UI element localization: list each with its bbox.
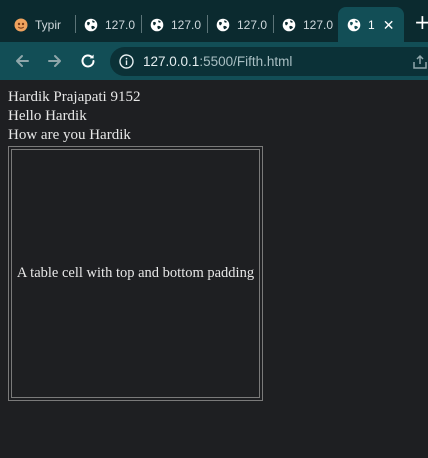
text-line: How are you Hardik bbox=[8, 127, 131, 143]
tab-localhost-3[interactable]: 127.0 bbox=[216, 7, 268, 42]
tab-title: 127.0 bbox=[171, 17, 202, 32]
table-cell: A table cell with top and bottom padding bbox=[11, 149, 260, 398]
browser-window: Typir 127.0 127.0 127.0 127.0 1 ✕ + 127.… bbox=[0, 0, 428, 458]
back-button[interactable] bbox=[12, 51, 32, 71]
tab-typing[interactable]: Typir bbox=[14, 7, 72, 42]
tab-localhost-2[interactable]: 127.0 bbox=[150, 7, 202, 42]
close-tab-icon[interactable]: ✕ bbox=[383, 18, 395, 32]
reload-icon bbox=[81, 54, 95, 68]
tab-title: 127.0 bbox=[237, 17, 268, 32]
reload-button[interactable] bbox=[78, 51, 98, 71]
tab-strip: Typir 127.0 127.0 127.0 127.0 1 ✕ + bbox=[0, 0, 428, 42]
tab-title: 127.0 bbox=[105, 17, 136, 32]
table-cell-text: A table cell with top and bottom padding bbox=[16, 265, 255, 281]
info-icon[interactable] bbox=[119, 54, 134, 69]
tab-active[interactable]: 1 ✕ bbox=[338, 7, 404, 42]
address-bar[interactable]: 127.0.0.1:5500/Fifth.html bbox=[110, 47, 428, 76]
text-line: Hello Hardik bbox=[8, 108, 87, 124]
new-tab-button[interactable]: + bbox=[414, 12, 428, 32]
typing-favicon-icon bbox=[14, 18, 28, 31]
url-path: :5500/Fifth.html bbox=[199, 54, 293, 69]
tab-title: Typir bbox=[35, 17, 62, 32]
page-content: Hardik Prajapati 9152 Hello Hardik How a… bbox=[0, 80, 428, 458]
tab-title: 1 bbox=[368, 17, 375, 32]
tab-localhost-4[interactable]: 127.0 bbox=[282, 7, 334, 42]
padded-table: A table cell with top and bottom padding bbox=[8, 146, 263, 401]
back-arrow-icon bbox=[16, 55, 29, 67]
globe-icon bbox=[282, 18, 296, 31]
toolbar: 127.0.0.1:5500/Fifth.html bbox=[0, 42, 428, 80]
tab-separator bbox=[75, 15, 76, 33]
tab-separator bbox=[273, 15, 274, 33]
url-text: 127.0.0.1:5500/Fifth.html bbox=[143, 54, 292, 69]
tab-separator bbox=[207, 15, 208, 33]
tab-title: 127.0 bbox=[303, 17, 334, 32]
forward-arrow-icon bbox=[48, 55, 61, 67]
globe-icon bbox=[347, 18, 361, 31]
forward-button[interactable] bbox=[45, 51, 65, 71]
url-host: 127.0.0.1 bbox=[143, 54, 200, 69]
globe-icon bbox=[150, 18, 164, 31]
share-icon[interactable] bbox=[412, 54, 428, 70]
globe-icon bbox=[84, 18, 98, 31]
tab-separator bbox=[141, 15, 142, 33]
text-line: Hardik Prajapati 9152 bbox=[8, 89, 141, 105]
globe-icon bbox=[216, 18, 230, 31]
tab-localhost-1[interactable]: 127.0 bbox=[84, 7, 136, 42]
